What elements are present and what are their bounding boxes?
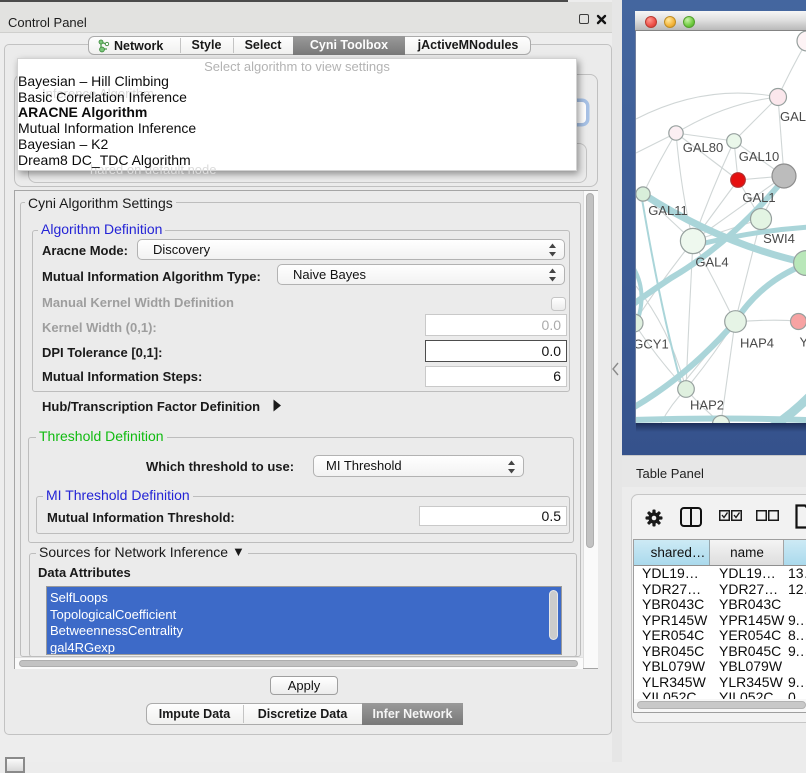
svg-text:SWI4: SWI4 <box>763 231 795 246</box>
svg-text:GAL11: GAL11 <box>648 203 688 218</box>
svg-text:HAP2: HAP2 <box>690 398 724 413</box>
svg-text:GAL2: GAL2 <box>780 109 806 124</box>
svg-text:GAL10: GAL10 <box>739 149 779 164</box>
svg-text:HAP4: HAP4 <box>740 336 774 351</box>
svg-text:GAL4: GAL4 <box>695 255 728 270</box>
svg-text:GCY1: GCY1 <box>636 337 669 352</box>
svg-text:GAL1: GAL1 <box>742 190 775 205</box>
svg-text:GAL80: GAL80 <box>683 140 723 155</box>
svg-text:YM: YM <box>800 335 806 350</box>
